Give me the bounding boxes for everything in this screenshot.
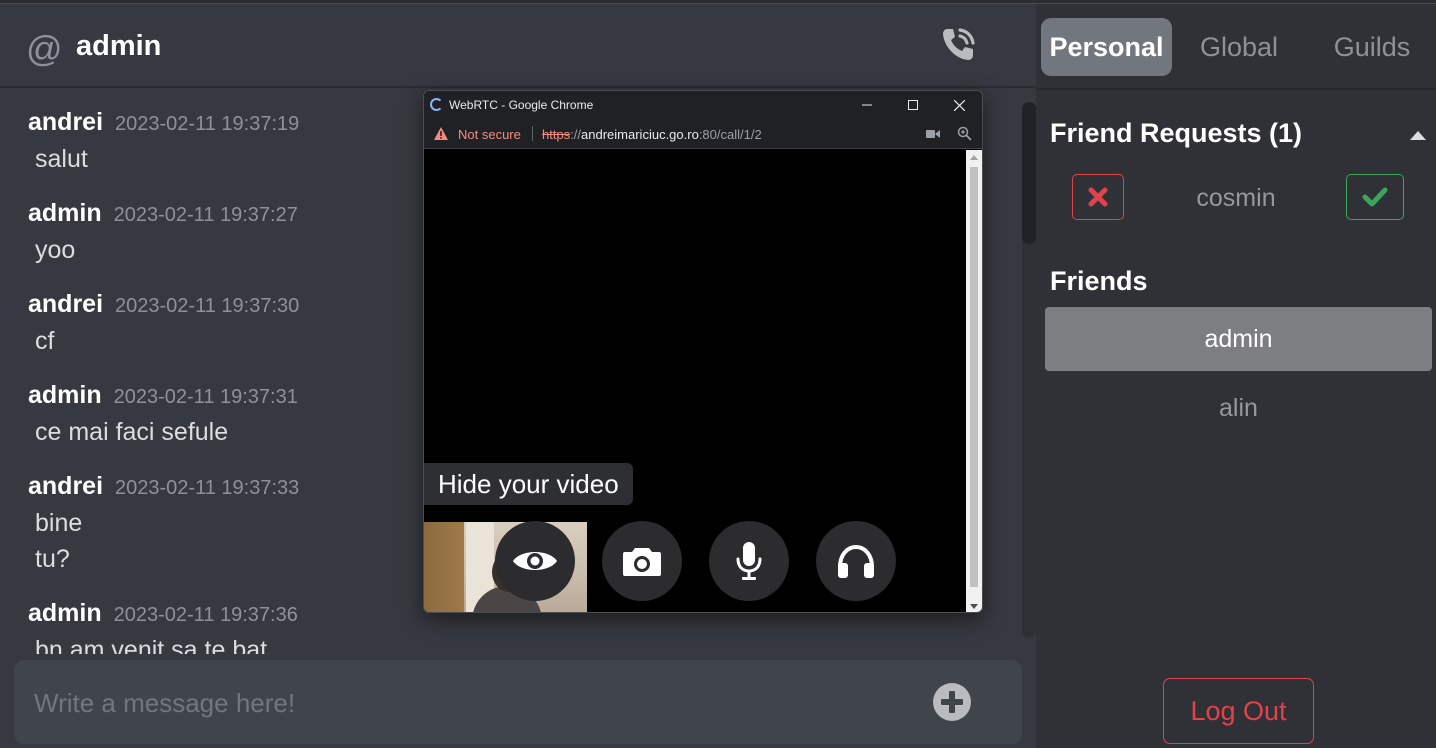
message-text: cf [35, 327, 55, 355]
url-divider [532, 126, 533, 141]
message-author: andrei [28, 290, 104, 318]
tab-personal[interactable]: Personal [1041, 18, 1172, 76]
scroll-up-arrow-icon[interactable] [970, 155, 978, 160]
camera-icon [623, 548, 661, 576]
phone-call-icon[interactable] [938, 24, 978, 64]
popup-scrollbar-thumb[interactable] [970, 167, 978, 587]
warning-icon[interactable] [434, 127, 448, 140]
hide-video-tooltip: Hide your video [424, 463, 633, 505]
popup-scrollbar[interactable] [966, 150, 982, 612]
friend-item-admin[interactable]: admin [1045, 307, 1432, 371]
message-text: salut [35, 145, 88, 173]
message-text: tu? [35, 545, 70, 573]
camera-in-use-icon[interactable] [926, 129, 940, 139]
microphone-button[interactable] [709, 521, 789, 601]
url-host: andreimariciuc.go.ro [581, 127, 699, 142]
loading-spinner-icon [430, 98, 443, 111]
popup-url[interactable]: https://andreimariciuc.go.ro:80/call/1/2 [542, 127, 762, 142]
at-icon: @ [26, 28, 63, 69]
url-scheme: https [542, 127, 571, 142]
maximize-icon [908, 100, 918, 110]
message: andrei 2023-02-11 19:37:33 bine tu? [28, 472, 299, 573]
message-text: yoo [35, 236, 76, 264]
eye-icon [513, 552, 557, 570]
caret-up-icon[interactable] [1410, 130, 1426, 140]
toggle-video-button[interactable] [495, 521, 575, 601]
message: admin 2023-02-11 19:37:36 bn am venit sa … [28, 599, 298, 654]
friends-title: Friends [1050, 266, 1148, 296]
maximize-button[interactable] [890, 91, 936, 119]
message-timestamp: 2023-02-11 19:37:36 [113, 604, 298, 626]
message-author: admin [28, 199, 102, 227]
popup-titlebar[interactable]: WebRTC - Google Chrome [424, 91, 982, 119]
message-author: andrei [28, 108, 104, 136]
panel-tabs: Personal Global Guilds [1036, 4, 1436, 90]
message: andrei 2023-02-11 19:37:19 salut [28, 108, 299, 173]
side-panel: Personal Global Guilds Friend Requests (… [1036, 4, 1436, 748]
friend-request-name: cosmin [1196, 184, 1276, 212]
message-timestamp: 2023-02-11 19:37:19 [115, 113, 300, 135]
video-call-view: Hide your video [424, 150, 966, 612]
logout-button[interactable]: Log Out [1163, 678, 1314, 744]
message: andrei 2023-02-11 19:37:30 cf [28, 290, 299, 355]
friend-item-alin[interactable]: alin [1045, 376, 1432, 440]
chat-scrollbar-thumb[interactable] [1022, 102, 1036, 244]
message-timestamp: 2023-02-11 19:37:31 [113, 386, 298, 408]
chat-title: admin [76, 30, 162, 62]
message-text: bine [35, 509, 83, 537]
message-author: admin [28, 381, 102, 409]
friend-requests-title: Friend Requests (1) [1050, 118, 1303, 148]
close-icon [1088, 187, 1108, 207]
webrtc-popup-window: WebRTC - Google Chrome Not secure https:… [423, 90, 983, 613]
message: admin 2023-02-11 19:37:27 yoo [28, 199, 298, 264]
chat-header: @ admin [0, 4, 1036, 88]
zoom-icon[interactable] [957, 126, 972, 141]
popup-address-bar[interactable]: Not secure https://andreimariciuc.go.ro:… [424, 119, 982, 149]
microphone-icon [736, 542, 762, 580]
scroll-down-arrow-icon[interactable] [970, 604, 978, 609]
message-timestamp: 2023-02-11 19:37:30 [115, 295, 300, 317]
minimize-icon [862, 104, 872, 106]
headphones-button[interactable] [816, 521, 896, 601]
tab-global[interactable]: Global [1176, 18, 1302, 76]
message-text: bn am venit sa te bat [35, 636, 268, 654]
message-author: andrei [28, 472, 104, 500]
message: admin 2023-02-11 19:37:31 ce mai faci sef… [28, 381, 298, 446]
close-window-button[interactable] [936, 91, 982, 119]
message-input[interactable] [34, 686, 914, 720]
url-separator: :// [570, 127, 582, 142]
minimize-button[interactable] [844, 91, 890, 119]
check-icon [1362, 187, 1388, 207]
add-attachment-icon[interactable] [932, 682, 972, 722]
popup-window-title: WebRTC - Google Chrome [449, 98, 594, 112]
not-secure-label[interactable]: Not secure [458, 127, 521, 142]
tab-guilds[interactable]: Guilds [1308, 18, 1436, 76]
message-text: ce mai faci sefule [35, 418, 229, 446]
camera-button[interactable] [602, 521, 682, 601]
headphones-icon [838, 544, 874, 578]
message-composer [14, 660, 1022, 744]
chat-scrollbar[interactable] [1022, 102, 1036, 638]
close-icon [953, 99, 965, 111]
url-path: :80/call/1/2 [698, 127, 762, 142]
message-timestamp: 2023-02-11 19:37:33 [115, 477, 300, 499]
message-timestamp: 2023-02-11 19:37:27 [113, 204, 298, 226]
accept-request-button[interactable] [1346, 174, 1404, 220]
reject-request-button[interactable] [1072, 174, 1124, 220]
message-author: admin [28, 599, 102, 627]
